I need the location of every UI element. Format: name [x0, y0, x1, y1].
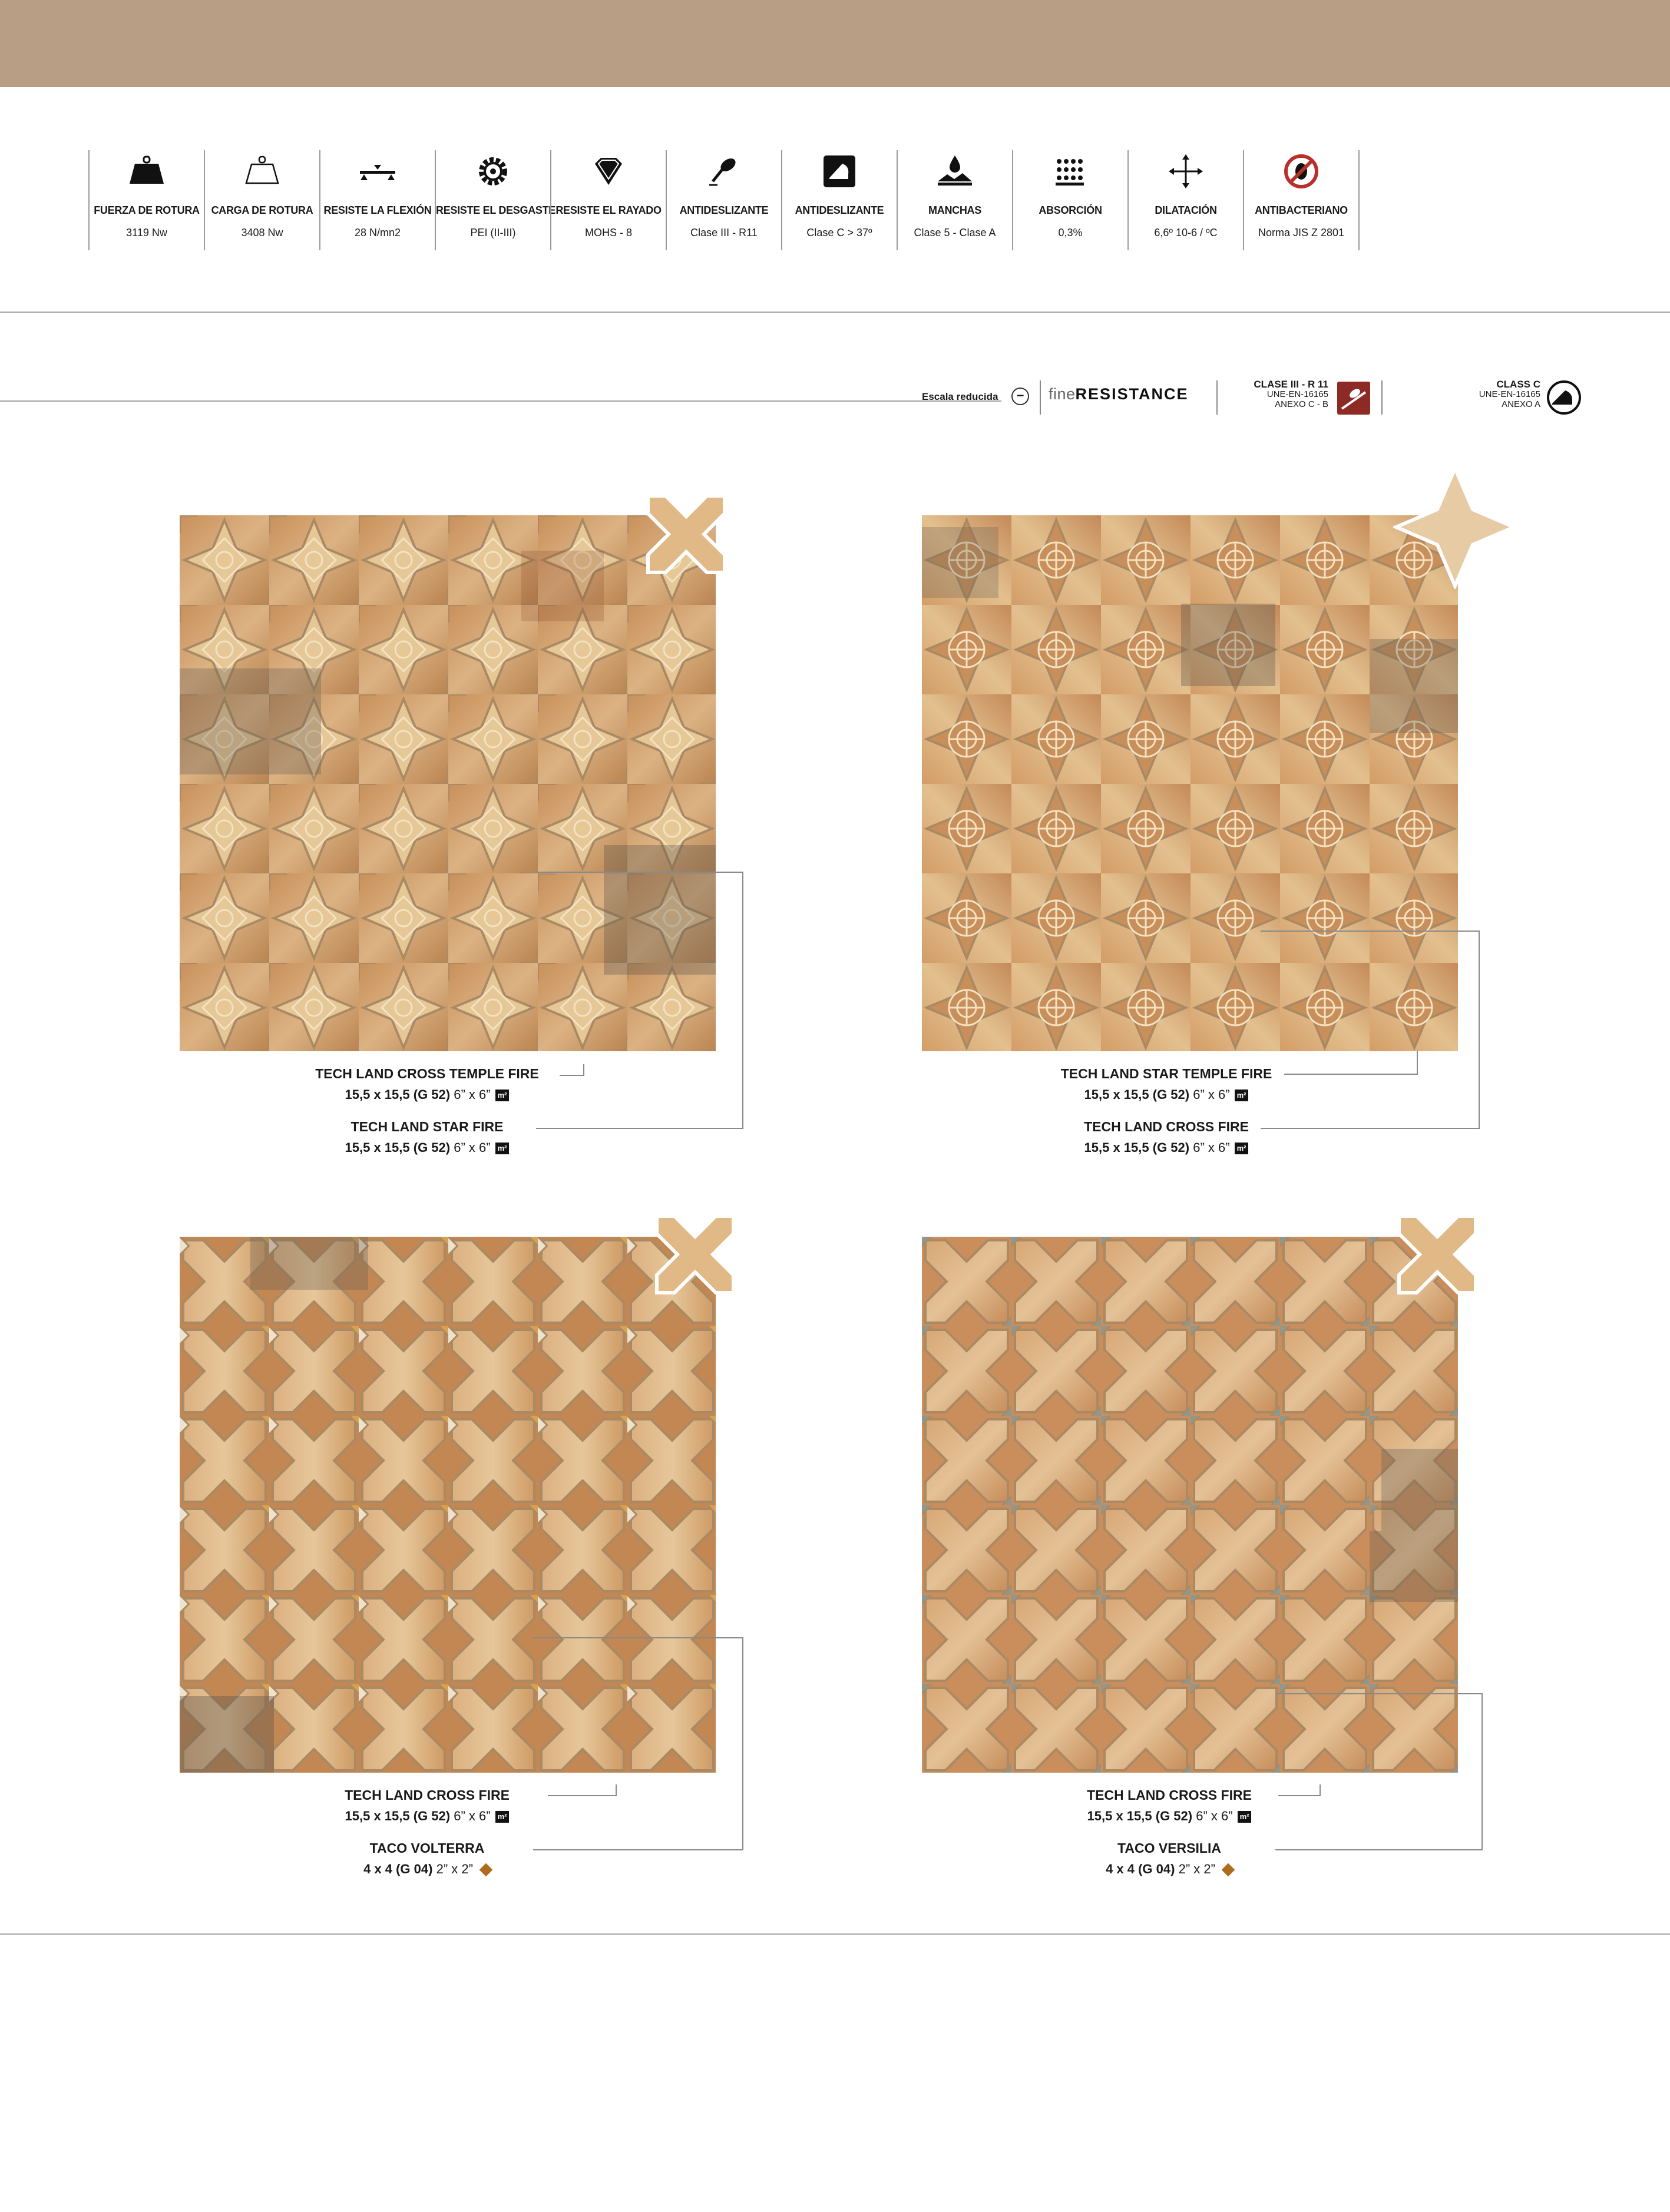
spec-value: 3408 Nw [241, 227, 283, 239]
spec-antideslizante-c: ANTIDESLIZANTE Clase C > 37º [781, 150, 897, 250]
spec-title: ANTIDESLIZANTE [795, 204, 884, 216]
spec-rayado: RESISTE EL RAYADO MOHS - 8 [550, 150, 666, 250]
spec-value: Norma JIS Z 2801 [1258, 227, 1345, 239]
spec-value: Clase III - R11 [690, 227, 758, 239]
divider-full [0, 312, 1670, 313]
spec-title: ABSORCIÓN [1039, 204, 1102, 216]
spec-title: ANTIBACTERIANO [1255, 204, 1348, 216]
spec-desgaste: RESISTE EL DESGASTE PEI (II-III) [435, 150, 556, 250]
load-weight-outline-icon [205, 150, 319, 193]
spec-title: RESISTE EL DESGASTE [436, 204, 556, 216]
m2-badge: m² [495, 1811, 510, 1823]
divider-left [0, 400, 1001, 402]
spec-value: 0,3% [1058, 227, 1083, 239]
spec-title: DILATACIÓN [1155, 204, 1217, 216]
cross-tile-sample [1393, 1210, 1481, 1299]
spec-title: MANCHAS [928, 204, 981, 216]
spec-antibacteriano: ANTIBACTERIANO Norma JIS Z 2801 [1243, 150, 1360, 250]
antibacterial-icon [1244, 150, 1358, 193]
leader-line [536, 872, 743, 1129]
legend-scale-label: Escala reducida [922, 391, 998, 402]
gear-wear-icon [436, 150, 550, 193]
m2-badge: m² [495, 1090, 510, 1102]
cross-tile-sample [642, 490, 730, 578]
spec-strip: FUERZA DE ROTURA 3119 Nw CARGA DE ROTURA… [88, 150, 1360, 250]
star-tile-sample [1391, 463, 1519, 591]
spec-value: 28 N/mn2 [354, 227, 401, 239]
fine-resistance-logo: fineRESISTANCE [1049, 385, 1189, 403]
leader-line [533, 1637, 743, 1850]
spec-title: CARGA DE ROTURA [211, 204, 313, 216]
m2-badge: m² [495, 1143, 510, 1155]
product-size: 15,5 x 15,5 (G 52) 6” x 6” m² [931, 1137, 1402, 1158]
stain-drop-icon [898, 150, 1012, 193]
leader-line [1275, 1693, 1483, 1850]
spec-flexion: RESISTE LA FLEXIÓN 28 N/mn2 [319, 150, 435, 250]
m2-badge: m² [1237, 1811, 1252, 1823]
flexion-icon [320, 150, 435, 193]
spec-title: FUERZA DE ROTURA [94, 204, 200, 216]
absorption-drops-icon [1013, 150, 1127, 193]
cross-tile-sample [651, 1210, 739, 1299]
top-color-bar [0, 0, 1670, 87]
slip-angle-icon [782, 150, 897, 193]
spec-title: RESISTE LA FLEXIÓN [323, 204, 432, 216]
spec-value: 6,6º 10-6 / ºC [1154, 227, 1218, 239]
product-size: 4 x 4 (G 04) 2” x 2” [191, 1859, 663, 1880]
legend-separator [1040, 380, 1041, 415]
legend: Escala reducida − fineRESISTANCE CLASE I… [916, 377, 1582, 418]
m2-badge: m² [1234, 1090, 1249, 1102]
leader-line [1261, 931, 1480, 1129]
scale-minus-icon: − [1011, 388, 1029, 405]
spec-value: 3119 Nw [126, 227, 167, 239]
spec-dilatacion: DILATACIÓN 6,6º 10-6 / ºC [1127, 150, 1243, 250]
diamond-taco-icon [1221, 1863, 1235, 1877]
spec-title: RESISTE EL RAYADO [555, 204, 662, 216]
diamond-taco-icon [479, 1863, 493, 1877]
spec-carga-rotura: CARGA DE ROTURA 3408 Nw [204, 150, 319, 250]
spec-value: Clase 5 - Clase A [914, 227, 996, 239]
r11-slip-icon [1337, 382, 1370, 415]
product-size: 15,5 x 15,5 (G 52) 6” x 6” m² [191, 1137, 663, 1158]
spec-value: PEI (II-III) [470, 227, 516, 239]
legend-separator [1216, 380, 1218, 415]
product-size: 4 x 4 (G 04) 2” x 2” [934, 1859, 1405, 1880]
class-c-label: CLASS C UNE-EN-16165 ANEXO A [1479, 379, 1540, 409]
tile-photo-cross-fire-versilia [922, 1237, 1458, 1773]
spec-antideslizante-r11: ANTIDESLIZANTE Clase III - R11 [666, 150, 781, 250]
dilation-arrows-icon [1129, 150, 1243, 193]
r11-class-label: CLASE III - R 11 UNE-EN-16165 ANEXO C - … [1254, 379, 1328, 409]
spec-value: Clase C > 37º [806, 227, 872, 239]
class-c-slip-icon [1546, 380, 1582, 415]
spec-manchas: MANCHAS Clase 5 - Clase A [897, 150, 1012, 250]
anti-slip-shoe-icon [667, 150, 781, 193]
legend-separator [1381, 380, 1383, 415]
divider-bottom [0, 1933, 1670, 1935]
weight-icon [90, 150, 204, 193]
spec-fuerza-rotura: FUERZA DE ROTURA 3119 Nw [88, 150, 204, 250]
spec-absorcion: ABSORCIÓN 0,3% [1012, 150, 1127, 250]
spec-value: MOHS - 8 [584, 227, 632, 239]
diamond-icon [551, 150, 666, 193]
m2-badge: m² [1234, 1143, 1249, 1155]
spec-title: ANTIDESLIZANTE [679, 204, 769, 216]
